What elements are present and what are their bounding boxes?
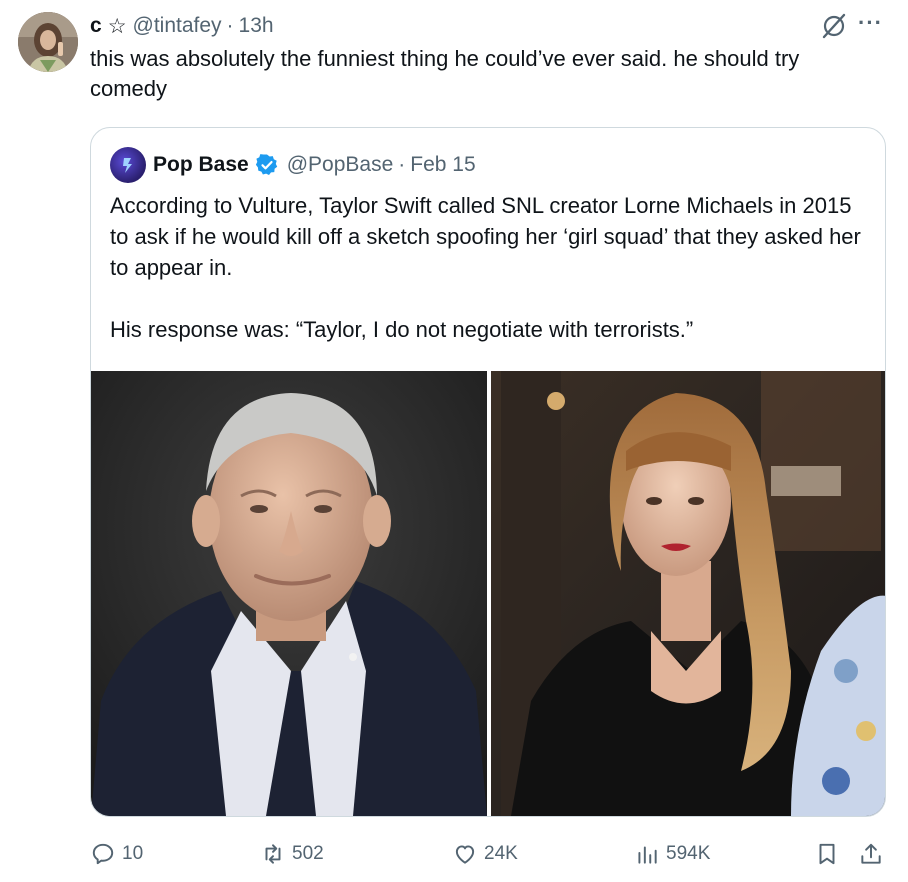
retweet-button[interactable]: 502 <box>260 838 324 870</box>
tweet-actions: 10 502 24K 594K <box>90 838 890 870</box>
quoted-text: According to Vulture, Taylor Swift calle… <box>110 190 870 345</box>
separator-dot: · <box>398 153 406 176</box>
author-avatar[interactable] <box>18 12 78 72</box>
author-name[interactable]: c <box>90 14 102 38</box>
reply-button[interactable]: 10 <box>90 838 143 870</box>
quoted-author-avatar[interactable] <box>110 147 146 183</box>
author-handle[interactable]: @tintafey <box>133 14 222 38</box>
share-icon <box>861 843 881 864</box>
tweet-time[interactable]: 13h <box>239 14 274 38</box>
verified-badge-icon <box>255 154 277 175</box>
retweet-icon <box>265 844 281 864</box>
views-button[interactable]: 594K <box>634 838 710 870</box>
grok-icon[interactable] <box>820 12 848 40</box>
like-button[interactable]: 24K <box>452 838 518 870</box>
media-photo-left[interactable] <box>91 371 487 816</box>
quoted-tweet[interactable]: Pop Base @PopBase · Feb 15 According to … <box>90 127 886 817</box>
reply-icon <box>92 843 114 865</box>
bookmark-button[interactable] <box>814 838 846 870</box>
quoted-paragraph: His response was: “Taylor, I do not nego… <box>110 317 694 342</box>
media-photo-right[interactable] <box>491 371 885 816</box>
quoted-author-name[interactable]: Pop Base <box>153 153 249 177</box>
separator-dot: · <box>226 14 234 37</box>
pop-base-logo-icon <box>123 158 132 173</box>
share-button[interactable] <box>858 838 890 870</box>
quoted-paragraph: According to Vulture, Taylor Swift calle… <box>110 193 861 280</box>
quoted-author-handle[interactable]: @PopBase <box>287 153 394 177</box>
star-outline-icon: ☆ <box>107 14 127 38</box>
quoted-date[interactable]: Feb 15 <box>410 153 475 177</box>
retweet-count: 502 <box>292 843 324 864</box>
like-count: 24K <box>484 843 518 864</box>
heart-icon <box>455 845 475 864</box>
tweet-text: this was absolutely the funniest thing h… <box>90 46 800 101</box>
view-count: 594K <box>666 843 711 864</box>
more-options-icon[interactable]: ··· <box>858 12 888 38</box>
tweet-header: c ☆ @tintafey · 13h <box>90 12 274 40</box>
views-chart-icon <box>638 846 657 864</box>
reply-count: 10 <box>122 843 144 864</box>
quoted-header: Pop Base @PopBase · Feb 15 <box>153 151 476 179</box>
bookmark-icon <box>819 843 835 865</box>
